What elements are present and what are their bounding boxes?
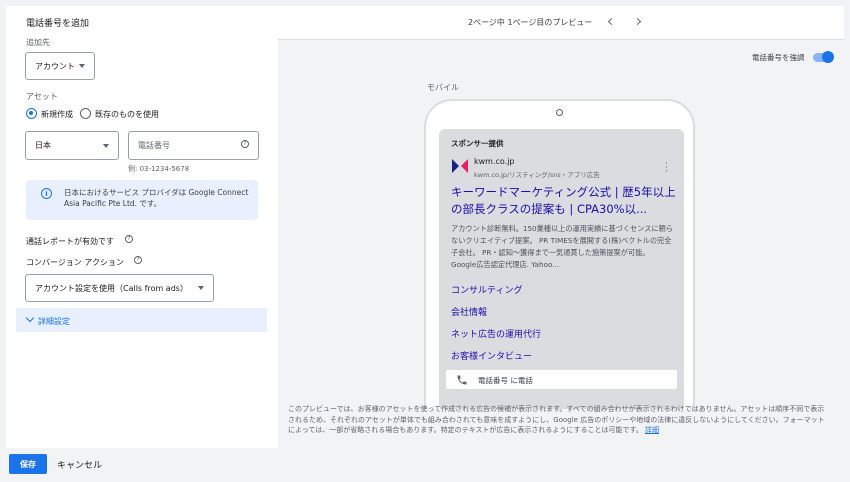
conversion-value: アカウント設定を使用（Calls from ads） [35,283,188,293]
preview-disclaimer: このプレビューでは、お客様のアセットを使って作成される広告の候補が表示されます。… [288,404,828,436]
call-button[interactable]: 電話番号 に電話 [446,370,677,389]
pager-text: 2ページ中 1ページ目のプレビュー [468,18,593,27]
help-icon[interactable]: ? [125,235,133,243]
phone-icon [457,375,467,385]
panel-title: 電話番号を追加 [26,19,90,29]
phone-frame: スポンサー提供 kwm.co.jp kwm.co.jp/リスティング/sns・ア… [424,99,695,409]
mobile-label: モバイル [427,83,459,92]
sitelink[interactable]: コンサルティング [451,283,522,296]
ad-preview-card: スポンサー提供 kwm.co.jp kwm.co.jp/リスティング/sns・ア… [439,129,684,409]
preview-panel: 2ページ中 1ページ目のプレビュー 電話番号を強調 モバイル スポンサー提供 k… [278,6,844,448]
disclaimer-text: このプレビューでは、お客様のアセットを使って作成される広告の候補が表示されます。… [288,405,825,434]
ad-headline[interactable]: キーワードマーケティング公式 | 歴5年以上の部長クラスの提案も | CPA30… [451,184,679,218]
advanced-settings-toggle[interactable]: 詳細設定 [16,308,267,332]
sitelink[interactable]: 会社情報 [451,305,487,318]
form-panel: 電話番号を追加 追加先 アカウント アセット 新規作成 既存のものを使用 日本 … [6,6,278,448]
country-value: 日本 [35,141,51,150]
info-icon: i [41,188,52,199]
phone-example: 例: 03-1234-5678 [128,165,190,173]
sitelink[interactable]: お客様インタビュー [451,349,532,362]
call-report-label: 通話レポートが有効です [26,237,114,246]
radio-new-label: 新規作成 [41,110,73,119]
radio-new[interactable] [26,108,37,119]
conversion-label: コンバージョン アクション [26,258,124,267]
sitelink[interactable]: ネット広告の運用代行 [451,327,541,340]
ad-description: アカウント診断無料。150業種以上の運用実績に基づくセンスに頼らないクリエイティ… [451,224,674,269]
conversion-select[interactable]: アカウント設定を使用（Calls from ads） [25,274,214,302]
chevron-down-icon [79,64,85,68]
add-to-value: アカウント [35,61,75,71]
brand-logo-icon [452,159,468,173]
toggle-knob[interactable] [822,51,834,63]
highlight-phone-label: 電話番号を強調 [752,53,805,62]
cancel-button[interactable]: キャンセル [57,458,102,471]
chevron-down-icon [25,313,35,323]
help-icon[interactable]: ? [134,256,142,264]
preview-pager: 2ページ中 1ページ目のプレビュー [278,6,844,40]
learn-more-link[interactable]: 詳細 [645,426,659,434]
add-to-select[interactable]: アカウント [25,52,95,80]
more-vert-icon[interactable]: · · · [665,160,668,177]
info-box: i 日本におけるサービス プロバイダは Google Connect Asia … [26,180,258,220]
country-select[interactable]: 日本 [25,131,119,160]
radio-existing-label: 既存のものを使用 [95,110,159,119]
chevron-right-icon[interactable] [633,17,642,26]
chevron-down-icon [103,143,109,148]
help-icon[interactable]: ? [241,140,249,148]
chevron-left-icon[interactable] [607,17,616,26]
radio-existing[interactable] [80,108,91,119]
phone-placeholder: 電話番号 [138,141,170,150]
save-button[interactable]: 保存 [9,454,47,474]
phone-input[interactable]: 電話番号 ? [128,131,259,160]
add-to-label: 追加先 [26,38,50,47]
ad-url: kwm.co.jp/リスティング/sns・アプリ広告 [474,171,600,179]
chevron-down-icon [198,286,204,290]
ad-domain: kwm.co.jp [474,157,515,166]
call-text: 電話番号 に電話 [478,376,533,385]
advanced-settings-label: 詳細設定 [38,317,70,326]
asset-label: アセット [26,92,58,101]
sponsored-label: スポンサー提供 [451,139,504,148]
camera-icon [556,109,563,116]
info-text: 日本におけるサービス プロバイダは Google Connect Asia Pa… [64,188,249,208]
